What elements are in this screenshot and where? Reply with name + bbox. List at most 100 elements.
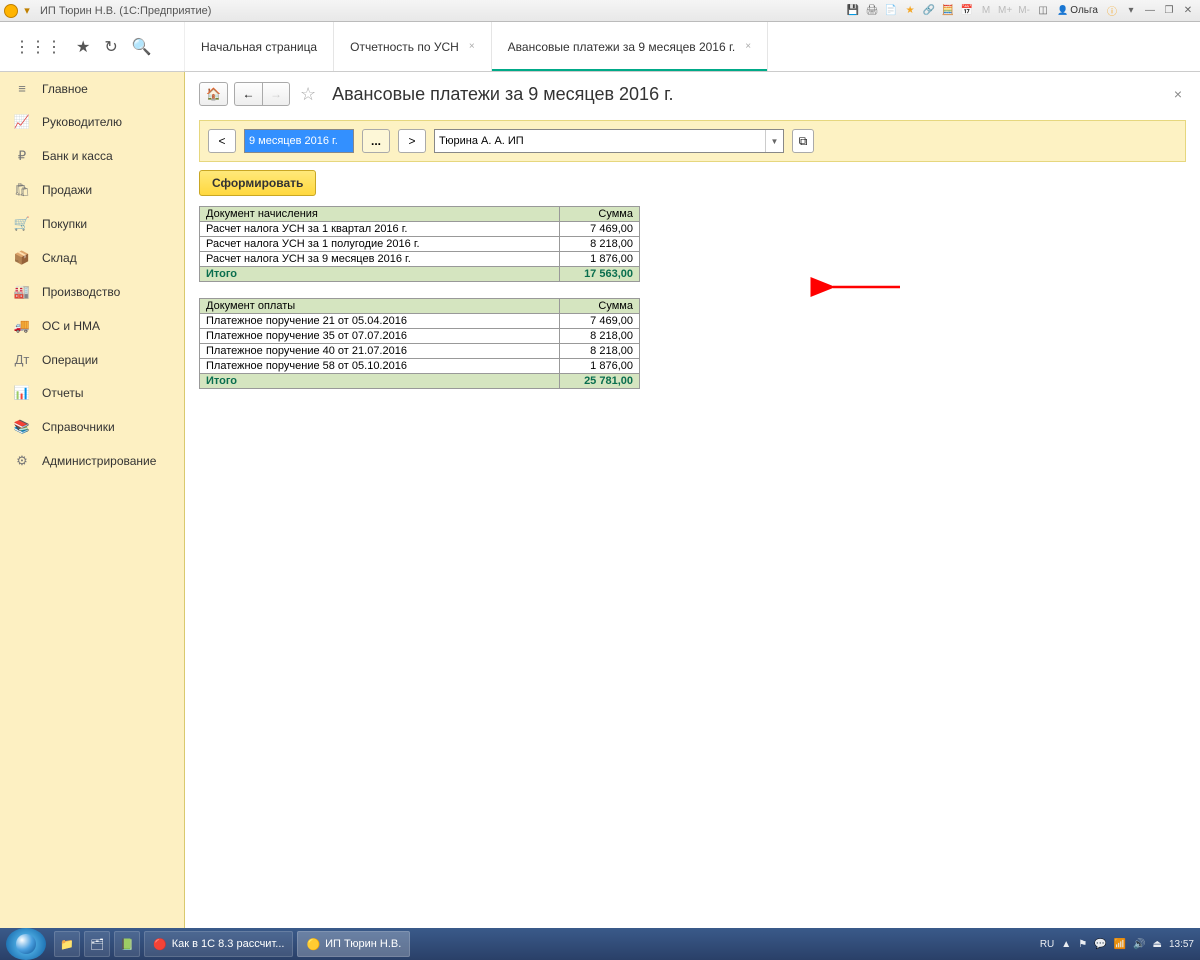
- apps-icon[interactable]: ⋮⋮⋮: [14, 37, 62, 57]
- tabs-icons: ⋮⋮⋮ ★ ↻ 🔍: [0, 22, 185, 71]
- cell-sum: 8 218,00: [560, 344, 640, 359]
- close-icon[interactable]: ✕: [1180, 3, 1196, 19]
- table-row[interactable]: Расчет налога УСН за 1 квартал 2016 г.7 …: [200, 222, 640, 237]
- cell-doc: Платежное поручение 40 от 21.07.2016: [200, 344, 560, 359]
- table-row[interactable]: Платежное поручение 40 от 21.07.20168 21…: [200, 344, 640, 359]
- table-row[interactable]: Расчет налога УСН за 1 полугодие 2016 г.…: [200, 237, 640, 252]
- dropdown2-icon[interactable]: ▾: [1123, 3, 1139, 19]
- forward-button[interactable]: →: [262, 82, 290, 106]
- table-row[interactable]: Расчет налога УСН за 9 месяцев 2016 г.1 …: [200, 252, 640, 267]
- cell-doc: Платежное поручение 35 от 07.07.2016: [200, 329, 560, 344]
- taskbar-item-0[interactable]: 🔴Как в 1С 8.3 рассчит...: [144, 931, 293, 957]
- cell-doc: Расчет налога УСН за 9 месяцев 2016 г.: [200, 252, 560, 267]
- info-icon[interactable]: ⓘ: [1104, 3, 1120, 19]
- sidebar-item-10[interactable]: 📚Справочники: [0, 410, 184, 444]
- taskbar-item-1[interactable]: 🟡ИП Тюрин Н.В.: [297, 931, 410, 957]
- sidebar-icon: ⚙: [14, 453, 30, 469]
- tray-up-icon[interactable]: ▲: [1061, 939, 1071, 950]
- page-title: Авансовые платежи за 9 месяцев 2016 г.: [332, 84, 673, 105]
- generate-button[interactable]: Сформировать: [199, 170, 316, 196]
- sidebar-item-9[interactable]: 📊Отчеты: [0, 376, 184, 410]
- taskbar-item-label: ИП Тюрин Н.В.: [325, 938, 401, 950]
- tabs-row: ⋮⋮⋮ ★ ↻ 🔍 Начальная страница Отчетность п…: [0, 22, 1200, 72]
- table-row[interactable]: Платежное поручение 58 от 05.10.20161 87…: [200, 359, 640, 374]
- calc-icon[interactable]: 🧮: [940, 3, 956, 19]
- sidebar-item-7[interactable]: 🚚ОС и НМА: [0, 309, 184, 343]
- favorite-icon[interactable]: ★: [76, 37, 90, 57]
- tray-safe-icon[interactable]: ⏏: [1153, 939, 1162, 950]
- history-icon[interactable]: ↻: [104, 37, 117, 57]
- star-outline-icon[interactable]: ☆: [300, 84, 316, 105]
- period-select-button[interactable]: ...: [362, 129, 390, 153]
- close-page-button[interactable]: ×: [1170, 82, 1186, 106]
- sidebar-icon: 🏭: [14, 284, 30, 300]
- accrual-table: Документ начисленияСуммаРасчет налога УС…: [199, 206, 640, 282]
- content-header: 🏠 ← → ☆ Авансовые платежи за 9 месяцев 2…: [199, 82, 1186, 106]
- search-icon[interactable]: 🔍: [132, 37, 152, 57]
- lang-indicator[interactable]: RU: [1040, 939, 1054, 950]
- panels-icon[interactable]: ◫: [1035, 3, 1051, 19]
- sidebar-label: Операции: [42, 353, 98, 367]
- calendar-icon[interactable]: 📅: [959, 3, 975, 19]
- sidebar-item-11[interactable]: ⚙Администрирование: [0, 444, 184, 478]
- tab-label: Начальная страница: [201, 40, 317, 54]
- star-icon[interactable]: ★: [902, 3, 918, 19]
- sidebar-item-8[interactable]: ДтОперации: [0, 343, 184, 376]
- clock[interactable]: 13:57: [1169, 939, 1194, 950]
- sidebar-item-3[interactable]: 🛍Продажи: [0, 173, 184, 207]
- chevron-down-icon[interactable]: ▼: [765, 130, 783, 152]
- period-prev-button[interactable]: <: [208, 129, 236, 153]
- total-row: Итого25 781,00: [200, 374, 640, 389]
- sidebar-label: ОС и НМА: [42, 319, 100, 333]
- window-title: ИП Тюрин Н.В. (1С:Предприятие): [40, 5, 211, 17]
- maximize-icon[interactable]: ❐: [1161, 3, 1177, 19]
- org-field[interactable]: Тюрина А. А. ИП ▼: [434, 129, 784, 153]
- period-next-button[interactable]: >: [398, 129, 426, 153]
- sidebar-item-1[interactable]: 📈Руководителю: [0, 105, 184, 139]
- tab-close-icon[interactable]: ×: [469, 41, 475, 52]
- dropdown-icon[interactable]: ▾: [20, 4, 34, 18]
- taskbar-item-label: Как в 1С 8.3 рассчит...: [172, 938, 285, 950]
- cell-sum: 7 469,00: [560, 314, 640, 329]
- tab-1[interactable]: Отчетность по УСН ×: [334, 22, 492, 71]
- table-row[interactable]: Платежное поручение 21 от 05.04.20167 46…: [200, 314, 640, 329]
- tab-close-icon[interactable]: ×: [745, 41, 751, 52]
- tab-label: Отчетность по УСН: [350, 40, 459, 54]
- col-doc: Документ начисления: [200, 207, 560, 222]
- m-plus-btn[interactable]: M+: [997, 3, 1013, 19]
- sidebar-item-2[interactable]: ₽Банк и касса: [0, 139, 184, 173]
- tray-vol-icon[interactable]: 🔊: [1133, 939, 1145, 950]
- tray-action-icon[interactable]: 💬: [1094, 939, 1106, 950]
- m-minus-btn[interactable]: M-: [1016, 3, 1032, 19]
- cell-sum: 8 218,00: [560, 329, 640, 344]
- sidebar-item-5[interactable]: 📦Склад: [0, 241, 184, 275]
- doc-icon[interactable]: 📄: [883, 3, 899, 19]
- home-button[interactable]: 🏠: [199, 82, 228, 106]
- sidebar-item-6[interactable]: 🏭 Производство: [0, 275, 184, 309]
- save-icon[interactable]: 💾: [845, 3, 861, 19]
- print-icon[interactable]: 🖨: [864, 3, 880, 19]
- explorer-pin[interactable]: 📁: [54, 931, 80, 957]
- user-label[interactable]: Ольга: [1054, 5, 1101, 16]
- sidebar-item-0[interactable]: ≡Главное: [0, 72, 184, 105]
- sidebar-item-4[interactable]: 🛒Покупки: [0, 207, 184, 241]
- excel-pin[interactable]: 📗: [114, 931, 140, 957]
- table-row[interactable]: Платежное поручение 35 от 07.07.20168 21…: [200, 329, 640, 344]
- back-button[interactable]: ←: [234, 82, 262, 106]
- org-open-button[interactable]: ⧉: [792, 129, 814, 153]
- col-sum: Сумма: [560, 299, 640, 314]
- tray-net-icon[interactable]: 📶: [1114, 939, 1126, 950]
- sidebar-icon: 📈: [14, 114, 30, 130]
- sidebar-label: Производство: [42, 285, 120, 299]
- minimize-icon[interactable]: —: [1142, 3, 1158, 19]
- m-btn[interactable]: M: [978, 3, 994, 19]
- start-button[interactable]: [6, 928, 46, 960]
- totalcmd-pin[interactable]: 🗂: [84, 931, 110, 957]
- cell-sum: 8 218,00: [560, 237, 640, 252]
- tab-0[interactable]: Начальная страница: [185, 22, 334, 71]
- cell-sum: 1 876,00: [560, 359, 640, 374]
- tray-flag-icon[interactable]: ⚑: [1078, 939, 1087, 950]
- link-icon[interactable]: 🔗: [921, 3, 937, 19]
- tab-2[interactable]: Авансовые платежи за 9 месяцев 2016 г.×: [492, 22, 768, 71]
- period-field[interactable]: 9 месяцев 2016 г.: [244, 129, 354, 153]
